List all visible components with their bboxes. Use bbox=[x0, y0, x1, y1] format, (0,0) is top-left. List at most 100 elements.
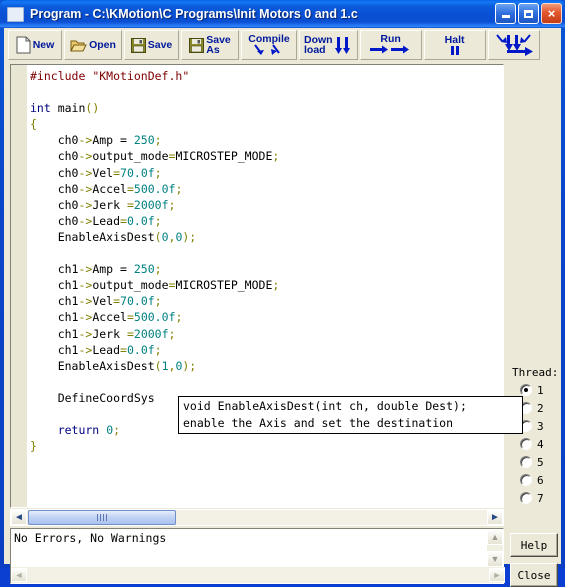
save-as-button-label: Save As bbox=[206, 34, 231, 56]
scrollbar-track[interactable] bbox=[176, 510, 487, 525]
code-line: ch0->Amp = 250; bbox=[30, 132, 503, 148]
code-token: ch0 bbox=[30, 149, 79, 164]
thread-radio-label: 4 bbox=[537, 437, 544, 451]
code-token: ); bbox=[182, 229, 197, 244]
output-horizontal-scrollbar[interactable]: ◄ ► bbox=[11, 567, 505, 583]
code-text[interactable]: #include "KMotionDef.h" int main(){ ch0-… bbox=[28, 68, 503, 507]
radio-button-icon[interactable] bbox=[520, 492, 532, 504]
code-token: Lead bbox=[92, 213, 121, 228]
code-token: 500.0f bbox=[133, 310, 176, 325]
code-token: ch0 bbox=[30, 197, 79, 212]
scrollbar-thumb[interactable] bbox=[28, 510, 176, 525]
code-token: ch0 bbox=[30, 181, 79, 196]
thread-radio-4[interactable]: 4 bbox=[512, 435, 560, 453]
code-token: MICROSTEP_MODE bbox=[175, 278, 273, 293]
run-button-label: Run bbox=[380, 33, 401, 45]
radio-button-icon[interactable] bbox=[520, 474, 532, 486]
output-scroll-left-button[interactable]: ◄ bbox=[11, 568, 27, 582]
new-button[interactable]: New bbox=[8, 30, 62, 60]
tooltip-signature: void EnableAxisDest(int ch, double Dest)… bbox=[183, 399, 467, 413]
code-token: ); bbox=[182, 358, 197, 373]
thread-radio-5[interactable]: 5 bbox=[512, 453, 560, 471]
code-token: ; bbox=[154, 262, 162, 277]
compile-button-label: Compile bbox=[248, 32, 290, 45]
output-vertical-scrollbar[interactable]: ▲ ▼ bbox=[487, 529, 503, 567]
code-token: ( bbox=[154, 358, 162, 373]
code-line: ch0->Accel=500.0f; bbox=[30, 181, 503, 197]
page-icon bbox=[16, 36, 31, 54]
code-token: ch1 bbox=[30, 262, 79, 277]
thread-panel: Thread: 1 2 3 4 5 6 7 bbox=[512, 366, 560, 511]
thumb-grip-icon bbox=[96, 514, 108, 521]
chevron-right-icon: ► bbox=[490, 512, 500, 523]
radio-button-icon[interactable] bbox=[520, 384, 532, 396]
scroll-right-button[interactable]: ► bbox=[487, 510, 503, 525]
download-button[interactable]: Down load bbox=[299, 30, 358, 60]
save-as-button[interactable]: Save As bbox=[181, 30, 239, 60]
close-icon: × bbox=[547, 6, 556, 21]
close-window-button[interactable]: × bbox=[541, 3, 562, 24]
code-token: Jerk bbox=[92, 197, 127, 212]
code-token: #include bbox=[30, 69, 93, 83]
code-line: ch1->output_mode=MICROSTEP_MODE; bbox=[30, 277, 503, 293]
run-button[interactable]: Run bbox=[359, 30, 422, 60]
code-token: ch0 bbox=[30, 133, 79, 148]
code-token: 250 bbox=[133, 262, 155, 277]
radio-button-icon[interactable] bbox=[520, 438, 532, 450]
code-token: -> bbox=[78, 149, 93, 164]
scroll-up-button[interactable]: ▲ bbox=[487, 529, 503, 545]
code-token: = bbox=[126, 197, 134, 212]
code-token: 0.0f bbox=[126, 213, 155, 228]
thread-radio-label: 6 bbox=[537, 473, 544, 487]
code-token: ; bbox=[272, 278, 280, 293]
help-button[interactable]: Help bbox=[510, 533, 558, 557]
compiler-output-box[interactable]: No Errors, No Warnings ▲ ▼ ◄ ► bbox=[10, 528, 505, 584]
chevron-up-icon: ▲ bbox=[490, 532, 500, 542]
output-scroll-right-button[interactable]: ► bbox=[489, 568, 505, 582]
code-token: -> bbox=[78, 197, 93, 212]
code-token: -> bbox=[78, 133, 93, 148]
editor-horizontal-scrollbar[interactable]: ◄ ► bbox=[10, 509, 504, 526]
code-line: ch1->Vel=70.0f; bbox=[30, 293, 503, 309]
status-message: No Errors, No Warnings bbox=[14, 531, 167, 545]
maximize-button[interactable] bbox=[518, 3, 539, 24]
halt-button[interactable]: Halt bbox=[423, 30, 486, 60]
code-editor[interactable]: #include "KMotionDef.h" int main(){ ch0-… bbox=[10, 64, 504, 508]
minimize-icon bbox=[501, 15, 510, 18]
code-token: 1 bbox=[161, 358, 169, 373]
save-button[interactable]: Save bbox=[124, 30, 179, 60]
code-token: { bbox=[30, 117, 37, 132]
thread-radio-7[interactable]: 7 bbox=[512, 489, 560, 507]
editor-gutter bbox=[11, 65, 28, 507]
code-line: ch1->Jerk =2000f; bbox=[30, 326, 503, 342]
code-token: Accel bbox=[92, 181, 127, 196]
open-button[interactable]: Open bbox=[64, 30, 122, 60]
code-token: = bbox=[126, 310, 134, 325]
output-hscroll-track[interactable] bbox=[27, 568, 489, 582]
code-token: ; bbox=[168, 326, 176, 341]
code-line: ch0->output_mode=MICROSTEP_MODE; bbox=[30, 148, 503, 164]
compile-button[interactable]: Compile bbox=[241, 30, 297, 60]
close-button[interactable]: Close bbox=[510, 563, 558, 587]
maximize-icon bbox=[524, 9, 533, 18]
code-token: 0.0f bbox=[126, 342, 155, 357]
compile-download-run-button[interactable] bbox=[487, 30, 540, 60]
scroll-down-button[interactable]: ▼ bbox=[487, 551, 503, 567]
chevron-left-icon: ◄ bbox=[14, 512, 24, 523]
code-token: main bbox=[50, 101, 86, 116]
code-line: ch0->Lead=0.0f; bbox=[30, 213, 503, 229]
toolbar: New Open Save Save As Compile Down load … bbox=[4, 28, 561, 62]
radio-button-icon[interactable] bbox=[520, 456, 532, 468]
halt-button-label: Halt bbox=[444, 34, 465, 46]
code-line: #include "KMotionDef.h" bbox=[30, 68, 503, 84]
minimize-button[interactable] bbox=[495, 3, 516, 24]
code-line: ch1->Accel=500.0f; bbox=[30, 309, 503, 325]
two-arrows-down-icon bbox=[254, 43, 280, 55]
thread-radio-label: 3 bbox=[537, 419, 544, 433]
code-token: ; bbox=[154, 342, 162, 357]
title-bar[interactable]: Program - C:\KMotion\C Programs\Init Mot… bbox=[0, 0, 565, 28]
thread-radio-6[interactable]: 6 bbox=[512, 471, 560, 489]
scroll-left-button[interactable]: ◄ bbox=[11, 510, 27, 525]
code-line: ch0->Jerk =2000f; bbox=[30, 197, 503, 213]
